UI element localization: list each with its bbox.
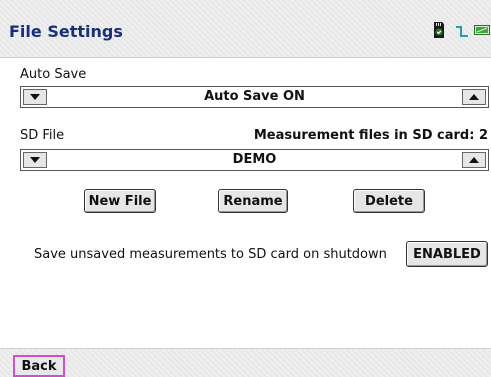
title-bar: File Settings — [0, 0, 491, 58]
arrow-up-icon — [469, 157, 479, 163]
new-file-button[interactable]: New File — [84, 189, 156, 213]
auto-save-label: Auto Save — [20, 67, 87, 82]
back-button[interactable]: Back — [13, 355, 65, 377]
arrow-up-icon — [469, 94, 479, 100]
sd-file-count: Measurement files in SD card: 2 — [253, 128, 488, 143]
battery-icon — [474, 25, 490, 35]
auto-save-prev-button[interactable] — [23, 89, 47, 105]
auto-save-next-button[interactable] — [462, 89, 486, 105]
sd-file-value: DEMO — [232, 152, 277, 167]
shutdown-save-toggle[interactable]: ENABLED — [406, 241, 488, 267]
arrow-down-icon — [30, 94, 40, 100]
page-title: File Settings — [9, 22, 123, 41]
rename-button[interactable]: Rename — [218, 189, 288, 213]
signal-icon — [456, 26, 468, 37]
shutdown-save-label: Save unsaved measurements to SD card on … — [34, 247, 387, 262]
auto-save-selector[interactable]: Auto Save ON — [20, 86, 489, 108]
sd-card-icon — [434, 22, 444, 38]
arrow-down-icon — [30, 157, 40, 163]
sd-file-label: SD File — [20, 128, 65, 143]
auto-save-value: Auto Save ON — [204, 89, 305, 104]
sd-file-prev-button[interactable] — [23, 152, 47, 168]
sd-file-next-button[interactable] — [462, 152, 486, 168]
delete-button[interactable]: Delete — [353, 189, 425, 213]
sd-file-selector[interactable]: DEMO — [20, 149, 489, 171]
bottom-bar: Back — [0, 348, 491, 377]
